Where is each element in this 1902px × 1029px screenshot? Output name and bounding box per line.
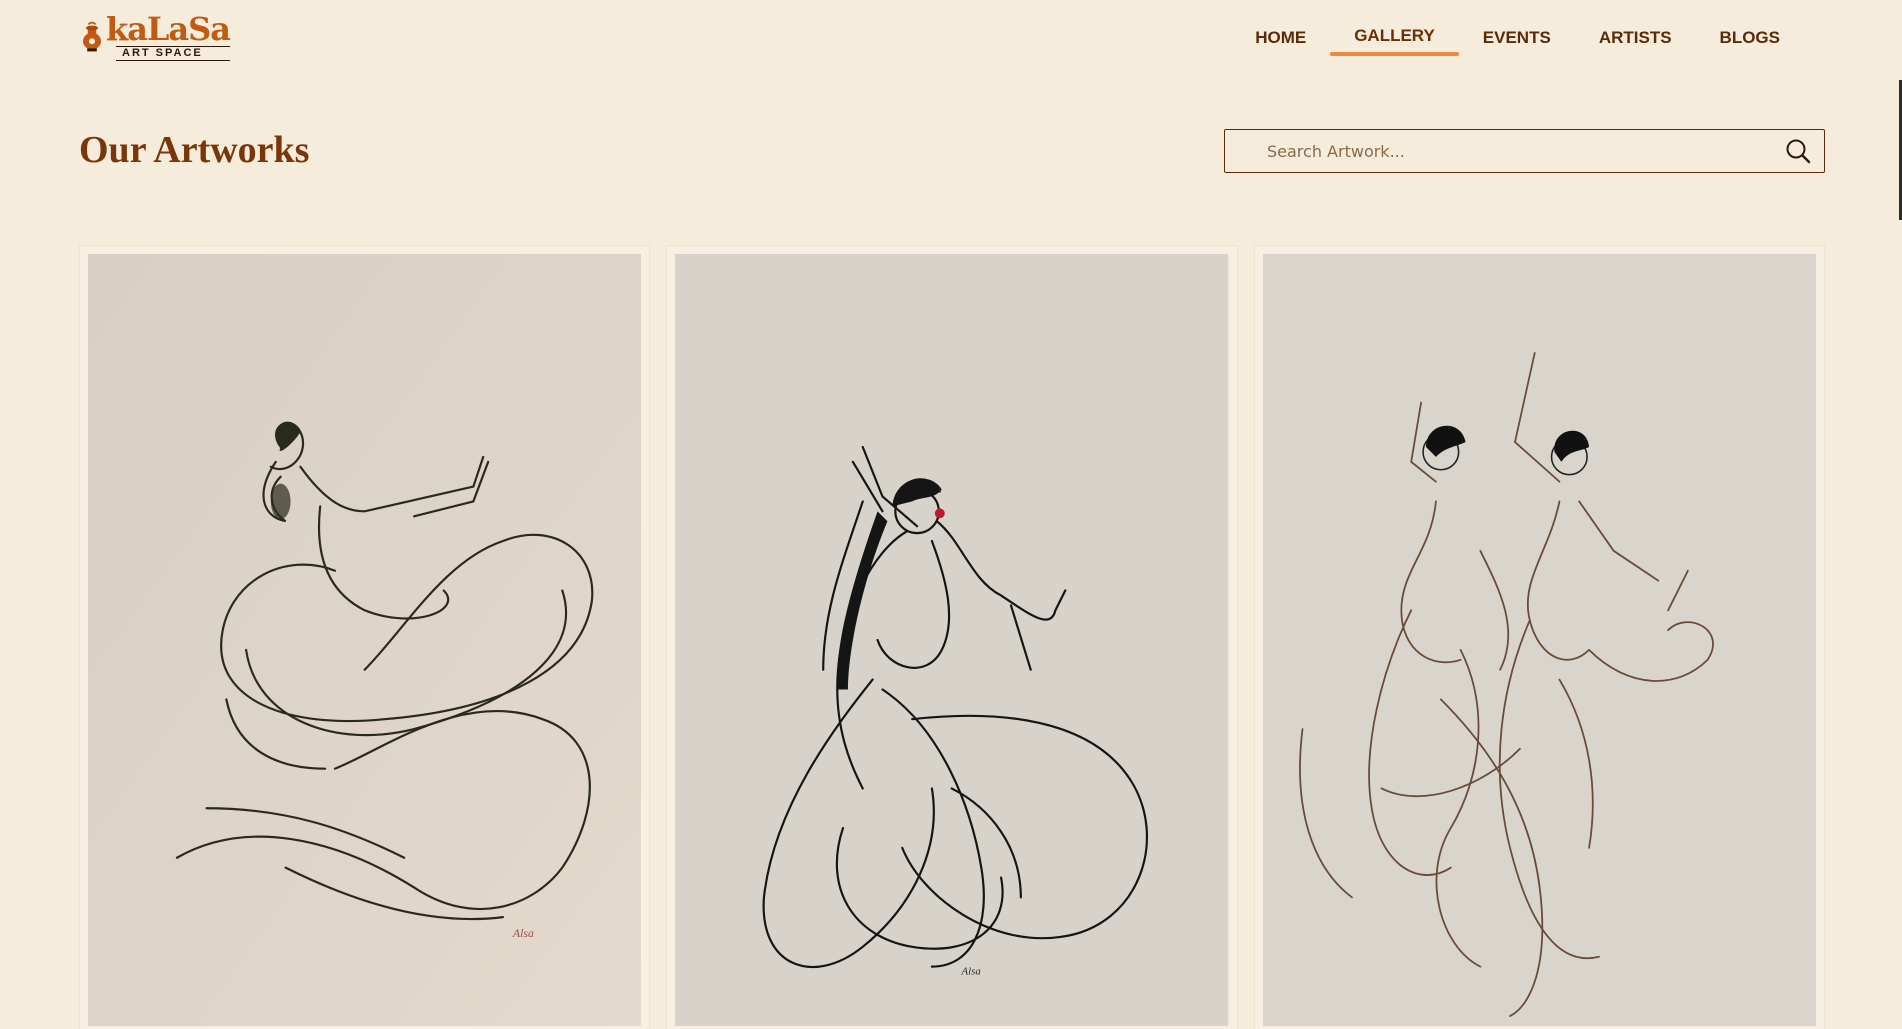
nav-gallery[interactable]: GALLERY	[1330, 18, 1459, 58]
svg-text:Alsa: Alsa	[961, 966, 982, 978]
artwork-image-two-dancers	[1262, 254, 1816, 1026]
kalasa-pot-icon	[83, 21, 102, 52]
search-icon[interactable]	[1784, 137, 1812, 165]
svg-text:Alsa: Alsa	[512, 926, 534, 940]
artwork-card[interactable]	[1253, 245, 1825, 1029]
artwork-grid: Alsa Alsa	[79, 245, 1825, 1029]
site-header: kaLaSa ART SPACE HOME GALLERY EVENTS ART…	[0, 0, 1902, 80]
main-nav: HOME GALLERY EVENTS ARTISTS BLOGS	[1231, 20, 1804, 60]
site-logo[interactable]: kaLaSa ART SPACE	[80, 10, 231, 64]
artwork-image-braided-dancer: Alsa	[675, 254, 1229, 1026]
artwork-image-single-dancer: Alsa	[88, 254, 642, 1026]
search-box	[1224, 129, 1825, 173]
search-input[interactable]	[1225, 130, 1784, 172]
nav-artists[interactable]: ARTISTS	[1575, 20, 1696, 60]
page-title: Our Artworks	[79, 129, 310, 171]
nav-blogs[interactable]: BLOGS	[1696, 20, 1804, 60]
nav-events[interactable]: EVENTS	[1459, 20, 1575, 60]
artwork-card[interactable]: Alsa	[666, 245, 1238, 1029]
logo-wordmark: kaLaSa	[106, 10, 231, 48]
nav-home[interactable]: HOME	[1231, 20, 1330, 60]
artwork-card[interactable]: Alsa	[79, 245, 651, 1029]
logo-subtitle: ART SPACE	[116, 46, 230, 61]
